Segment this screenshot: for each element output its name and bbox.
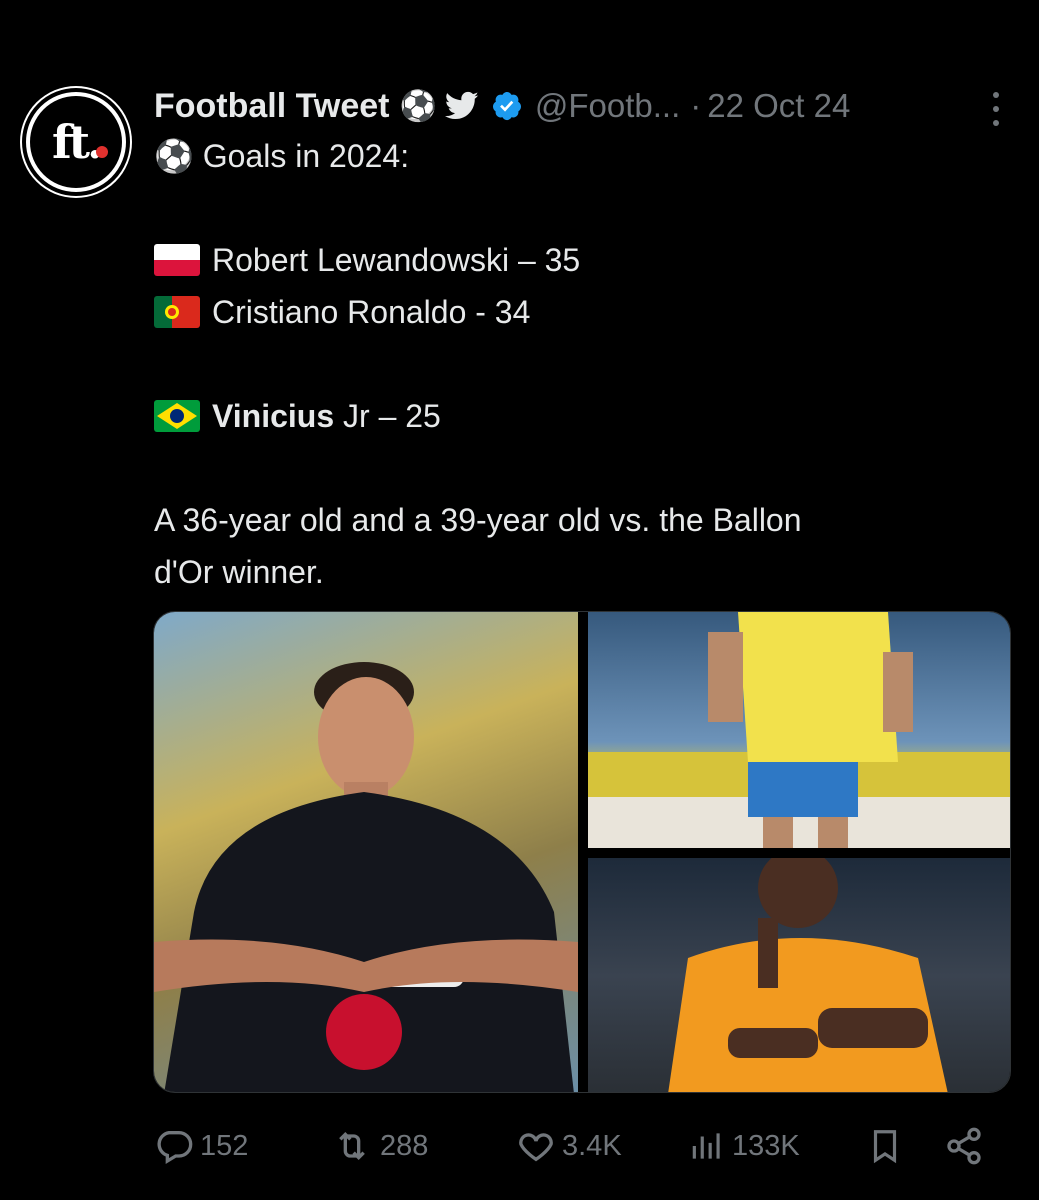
verified-badge-icon <box>492 92 521 121</box>
text-row-3-rest: Jr – 25 <box>334 398 441 434</box>
reply-button[interactable]: 152 <box>154 1126 248 1166</box>
bookmark-icon <box>873 1130 897 1164</box>
avatar[interactable]: ft. <box>22 88 130 196</box>
photo-lewandowski-art <box>154 662 578 1092</box>
photo-vinicius[interactable] <box>588 858 1010 1092</box>
text-row-3-bold: Vinicius <box>212 398 335 434</box>
photo-ronaldo-art <box>588 612 1010 848</box>
text-line-ronaldo: Cristiano Ronaldo - 34 <box>154 286 994 338</box>
repost-count: 288 <box>380 1129 429 1162</box>
poland-flag-icon <box>154 244 200 276</box>
heart-icon <box>519 1133 553 1162</box>
text-line-para2: d'Or winner. <box>154 554 324 590</box>
like-count: 3.4K <box>562 1129 622 1162</box>
reply-count: 152 <box>200 1129 249 1162</box>
brazil-flag-icon <box>154 400 200 432</box>
tweet-header: Football Tweet ⚽ @Footb... · 22 Oct 24 <box>154 82 1009 130</box>
separator-dot: · <box>690 87 702 124</box>
portugal-flag-icon <box>154 296 200 328</box>
soccer-ball-icon: ⚽ <box>399 89 437 123</box>
author-name[interactable]: Football Tweet <box>154 87 389 126</box>
bookmark-button[interactable] <box>866 1126 904 1166</box>
twitter-bird-icon <box>444 91 479 120</box>
action-bar: 152 288 3.4K 133K <box>154 1118 994 1172</box>
tweet-date[interactable]: 22 Oct 24 <box>707 87 850 125</box>
repost-icon <box>339 1131 365 1161</box>
more-options-icon[interactable] <box>989 92 1003 126</box>
ball-icon <box>96 146 108 158</box>
author-handle[interactable]: @Footb... <box>535 87 680 125</box>
reply-icon <box>157 1131 193 1164</box>
photo-vinicius-art <box>668 858 948 1092</box>
text-line-title: ⚽ Goals in 2024: <box>154 138 410 174</box>
text-line-vinicius: Vinicius Jr – 25 <box>154 390 994 442</box>
media-grid <box>153 611 1011 1093</box>
text-row-1: Robert Lewandowski – 35 <box>212 242 581 278</box>
photo-ronaldo[interactable] <box>588 612 1010 848</box>
avatar-text: ft. <box>51 115 103 169</box>
views-button[interactable]: 133K <box>688 1126 800 1166</box>
views-icon <box>692 1133 720 1159</box>
views-count: 133K <box>732 1129 800 1162</box>
avatar-logo: ft. <box>30 96 122 188</box>
like-button[interactable]: 3.4K <box>516 1126 622 1166</box>
repost-button[interactable]: 288 <box>330 1126 428 1166</box>
text-row-2: Cristiano Ronaldo - 34 <box>212 294 531 330</box>
text-line-lewandowski: Robert Lewandowski – 35 <box>154 234 994 286</box>
share-icon <box>947 1127 981 1165</box>
photo-lewandowski[interactable] <box>154 612 578 1092</box>
share-button[interactable] <box>944 1126 984 1166</box>
tweet-text: ⚽ Goals in 2024: Robert Lewandowski – 35… <box>154 130 994 598</box>
text-line-para1: A 36-year old and a 39-year old vs. the … <box>154 502 802 538</box>
